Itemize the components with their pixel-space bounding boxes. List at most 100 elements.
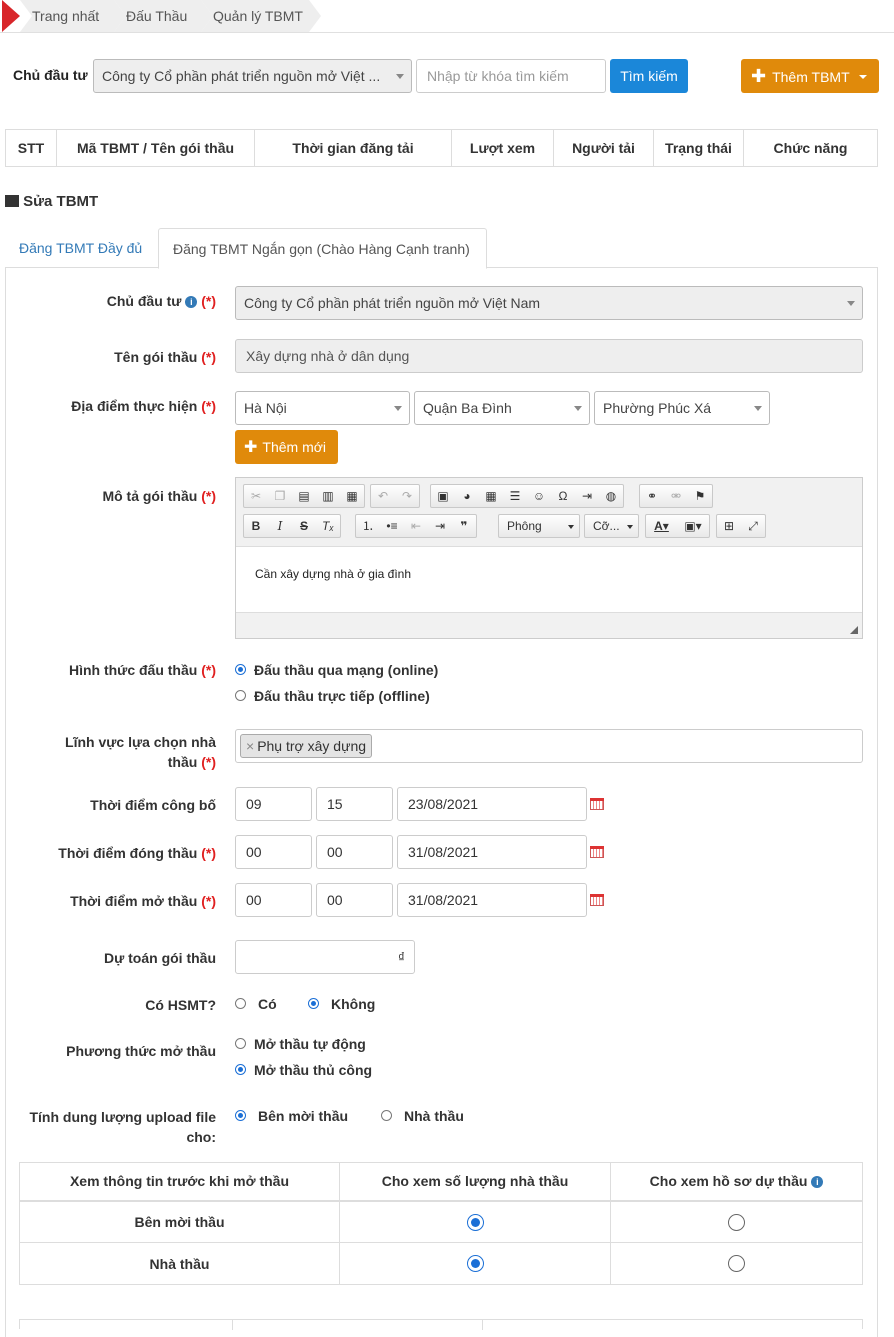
district-select[interactable]: Quận Ba Đình xyxy=(414,391,590,425)
open-hour-input[interactable]: 00 xyxy=(235,883,312,917)
upload-inviter-radio[interactable] xyxy=(235,1110,246,1121)
anchor-flag-icon[interactable]: ⚑ xyxy=(688,485,712,507)
hsmt-no-radio[interactable] xyxy=(308,998,319,1009)
package-name-label: Tên gói thầu (*) xyxy=(114,347,216,367)
tab-full[interactable]: Đăng TBMT Đầy đủ xyxy=(5,228,156,268)
keyword-search-input[interactable]: Nhập từ khóa tìm kiếm xyxy=(416,59,606,93)
font-combo-label: Phông xyxy=(507,519,542,533)
open-manual-radio[interactable] xyxy=(235,1064,246,1075)
close-minute-input[interactable]: 00 xyxy=(316,835,393,869)
breadcrumb-item-manage[interactable]: Quản lý TBMT xyxy=(201,0,321,32)
editor-content[interactable]: Cần xây dựng nhà ở gia đình xyxy=(236,546,862,613)
text-color-icon[interactable]: A▾ xyxy=(646,515,677,537)
inviter-count-radio[interactable] xyxy=(466,1213,484,1231)
announce-date-input[interactable]: 23/08/2021 xyxy=(397,787,587,821)
caret-down-icon xyxy=(859,75,867,79)
bid-offline-label[interactable]: Đấu thầu trực tiếp (offline) xyxy=(254,688,430,704)
numbered-list-icon[interactable]: ⒈ xyxy=(356,515,380,537)
image-icon[interactable]: ▣ xyxy=(431,485,455,507)
calendar-icon[interactable] xyxy=(590,798,604,810)
remove-format-icon[interactable]: Tₓ xyxy=(316,515,340,537)
estimate-input[interactable]: ₫ xyxy=(235,940,415,974)
investor-filter-select[interactable]: Công ty Cổ phần phát triển nguồn mở Việt… xyxy=(93,59,412,93)
inviter-docs-radio[interactable] xyxy=(728,1213,745,1231)
announce-minute-input[interactable]: 15 xyxy=(316,787,393,821)
breadcrumb-item-home[interactable]: Trang nhất xyxy=(20,0,126,32)
count-cell xyxy=(339,1242,611,1285)
upload-inviter-label[interactable]: Bên mời thầu xyxy=(258,1108,348,1124)
open-date-input[interactable]: 31/08/2021 xyxy=(397,883,587,917)
resize-handle-icon[interactable] xyxy=(850,626,858,634)
info-icon[interactable]: i xyxy=(185,296,198,308)
iframe-icon[interactable]: ◍ xyxy=(599,485,623,507)
open-auto-label[interactable]: Mở thầu tự động xyxy=(254,1036,366,1052)
contractor-docs-radio[interactable] xyxy=(728,1255,745,1273)
calendar-icon[interactable] xyxy=(590,846,604,858)
search-button[interactable]: Tìm kiếm xyxy=(610,59,688,93)
location-label: Địa điểm thực hiện (*) xyxy=(71,396,216,416)
tab-short[interactable]: Đăng TBMT Ngắn gọn (Chào Hàng Cạnh tranh… xyxy=(158,228,487,269)
bg-color-icon[interactable]: ▣▾ xyxy=(677,515,709,537)
size-combo[interactable]: Cỡ... xyxy=(584,514,639,538)
field-tag-label: Phụ trợ xây dựng xyxy=(257,738,367,754)
bid-online-radio[interactable] xyxy=(235,664,246,675)
close-hour-input[interactable]: 00 xyxy=(235,835,312,869)
bid-form-label: Hình thức đấu thầu (*) xyxy=(69,660,216,680)
font-combo[interactable]: Phông xyxy=(498,514,580,538)
outdent-icon[interactable]: ⇤ xyxy=(404,515,428,537)
paste-text-icon[interactable]: ▥ xyxy=(316,485,340,507)
open-manual-label[interactable]: Mở thầu thủ công xyxy=(254,1062,372,1078)
unlink-icon[interactable]: ⚮ xyxy=(664,485,688,507)
maximize-icon[interactable]: ⤢ xyxy=(741,515,765,537)
copy-icon[interactable]: ❐ xyxy=(268,485,292,507)
add-tbmt-button[interactable]: ✚ Thêm TBMT xyxy=(741,59,879,93)
required-mark: (*) xyxy=(201,293,216,309)
special-char-icon[interactable]: Ω xyxy=(551,485,575,507)
field-tag: × Phụ trợ xây dựng xyxy=(240,734,373,758)
smiley-icon[interactable]: ☺ xyxy=(527,485,551,507)
link-icon[interactable]: ⚭ xyxy=(640,485,664,507)
redo-icon[interactable]: ↷ xyxy=(395,485,419,507)
field-label-text: Lĩnh vực lựa chọn nhà thầu xyxy=(65,734,216,770)
italic-icon[interactable]: I xyxy=(268,515,292,537)
hsmt-yes-label[interactable]: Có xyxy=(258,996,277,1012)
open-minute-input[interactable]: 00 xyxy=(316,883,393,917)
calendar-icon[interactable] xyxy=(590,894,604,906)
package-name-input[interactable]: Xây dựng nhà ở dân dụng xyxy=(235,339,863,373)
info-icon[interactable]: i xyxy=(811,1176,824,1189)
size-combo-label: Cỡ... xyxy=(593,519,620,533)
bulleted-list-icon[interactable]: •≡ xyxy=(380,515,404,537)
contractor-count-radio[interactable] xyxy=(466,1255,484,1273)
ward-select[interactable]: Phường Phúc Xá xyxy=(594,391,770,425)
open-auto-radio[interactable] xyxy=(235,1038,246,1049)
paste-icon[interactable]: ▤ xyxy=(292,485,316,507)
investor-select[interactable]: Công ty Cổ phần phát triển nguồn mở Việt… xyxy=(235,286,863,320)
breadcrumb-item-bidding[interactable]: Đấu Thầu xyxy=(114,0,213,32)
bid-offline-radio[interactable] xyxy=(235,690,246,701)
show-blocks-icon[interactable]: ⊞ xyxy=(717,515,741,537)
indent-icon[interactable]: ⇥ xyxy=(428,515,452,537)
investor-filter-value: Công ty Cổ phần phát triển nguồn mở Việt… xyxy=(102,68,381,84)
horizontal-line-icon[interactable]: ☰ xyxy=(503,485,527,507)
add-location-button[interactable]: ✚ Thêm mới xyxy=(235,430,338,464)
undo-icon[interactable]: ↶ xyxy=(371,485,395,507)
page-break-icon[interactable]: ⇥ xyxy=(575,485,599,507)
upload-contractor-radio[interactable] xyxy=(381,1110,392,1121)
announce-hour-input[interactable]: 09 xyxy=(235,787,312,821)
home-marker-icon[interactable] xyxy=(2,0,20,32)
strike-icon[interactable]: S xyxy=(292,515,316,537)
bid-online-label[interactable]: Đấu thầu qua mạng (online) xyxy=(254,662,438,678)
hsmt-yes-radio[interactable] xyxy=(235,998,246,1009)
paste-word-icon[interactable]: ▦ xyxy=(340,485,364,507)
bold-icon[interactable]: B xyxy=(244,515,268,537)
remove-tag-icon[interactable]: × xyxy=(246,738,254,754)
cut-icon[interactable]: ✂ xyxy=(244,485,268,507)
blockquote-icon[interactable]: ❞ xyxy=(452,515,476,537)
field-tag-input[interactable]: × Phụ trợ xây dựng xyxy=(235,729,863,763)
hsmt-no-label[interactable]: Không xyxy=(331,996,375,1012)
province-select[interactable]: Hà Nội xyxy=(235,391,410,425)
table-icon[interactable]: ▦ xyxy=(479,485,503,507)
upload-contractor-label[interactable]: Nhà thầu xyxy=(404,1108,464,1124)
flash-icon[interactable]: ◕ xyxy=(455,485,479,507)
close-date-input[interactable]: 31/08/2021 xyxy=(397,835,587,869)
